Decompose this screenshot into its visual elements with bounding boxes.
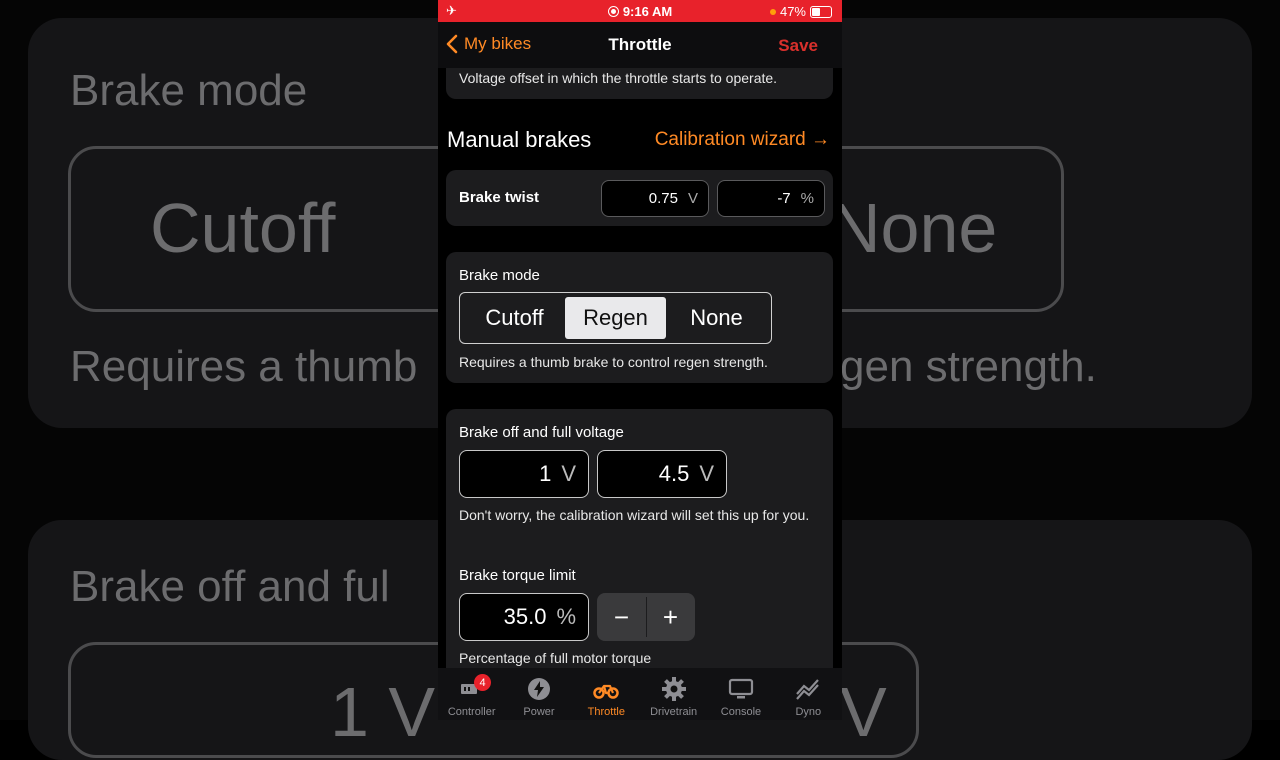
brake-off-voltage-value: 1: [539, 461, 552, 486]
segment-cutoff[interactable]: Cutoff: [464, 297, 565, 339]
battery-percent: 47%: [779, 4, 806, 19]
brake-twist-pct-field[interactable]: -7 %: [717, 180, 825, 217]
tab-controller[interactable]: 4 Controller: [438, 668, 505, 720]
tab-console[interactable]: Console: [707, 668, 774, 720]
bg-cutoff-text: Cutoff: [150, 189, 336, 267]
decrement-button[interactable]: −: [597, 593, 646, 641]
calibration-wizard-link[interactable]: Calibration wizard →: [655, 129, 830, 151]
stepper-divider: [646, 597, 647, 637]
lightning-icon: [527, 678, 550, 700]
brake-torque-value: 35.0: [503, 604, 547, 629]
tab-drivetrain-label: Drivetrain: [650, 706, 698, 718]
tab-power[interactable]: Power: [505, 668, 572, 720]
save-button[interactable]: Save: [778, 36, 818, 56]
brake-off-voltage-unit: V: [561, 461, 576, 486]
segment-none[interactable]: None: [666, 297, 767, 339]
tab-dyno[interactable]: Dyno: [775, 668, 842, 720]
screen-record-icon: [607, 6, 619, 17]
increment-button[interactable]: +: [646, 593, 695, 641]
brake-torque-field[interactable]: 35.0 %: [459, 593, 589, 641]
phone-screen: ✈ 9:16 AM 47% My bikes Throttle Save Vol…: [438, 0, 842, 720]
brake-voltage-note: Don't worry, the calibration wizard will…: [459, 507, 810, 523]
brake-twist-pct-value: -7: [777, 190, 791, 207]
brake-full-voltage-unit: V: [699, 461, 714, 486]
brake-mode-segmented-control: Cutoff Regen None: [459, 292, 772, 344]
brake-twist-volt-value: 0.75: [648, 190, 678, 207]
tab-bar: 4 Controller Power Throttle Drivetrain C…: [438, 668, 842, 720]
manual-brakes-title: Manual brakes: [447, 127, 592, 152]
status-bar: ✈ 9:16 AM 47%: [438, 0, 842, 22]
brake-torque-note: Percentage of full motor torque: [459, 650, 652, 666]
tab-controller-label: Controller: [447, 706, 496, 718]
motorcycle-icon: [593, 684, 620, 699]
tab-dyno-label: Dyno: [795, 706, 822, 718]
bg-strength-text: gen strength.: [840, 342, 1097, 391]
nav-bar: My bikes Throttle Save: [438, 22, 842, 68]
brake-mode-label: Brake mode: [459, 267, 540, 284]
tab-power-label: Power: [523, 706, 555, 718]
bg-none-text: None: [830, 189, 998, 267]
bg-v2-text: V: [840, 673, 887, 751]
brake-twist-card: Brake twist 0.75 V -7 %: [446, 170, 833, 226]
brake-twist-pct-unit: %: [800, 190, 814, 207]
gear-icon: [661, 677, 686, 701]
brake-voltage-label: Brake off and full voltage: [459, 424, 624, 441]
tab-drivetrain[interactable]: Drivetrain: [640, 668, 707, 720]
bg-requires-text: Requires a thumb: [70, 342, 418, 391]
offset-note: Voltage offset in which the throttle sta…: [459, 70, 778, 86]
brake-twist-volt-unit: V: [687, 190, 698, 207]
bg-brake-off-text: Brake off and ful: [70, 562, 390, 611]
tab-console-label: Console: [720, 706, 762, 718]
tab-throttle-label: Throttle: [587, 706, 625, 718]
monitor-icon: [728, 678, 754, 699]
brake-mode-card: Brake mode Cutoff Regen None Requires a …: [446, 252, 833, 383]
status-right: 47%: [769, 4, 832, 19]
brake-off-voltage-field[interactable]: 1 V: [459, 450, 589, 498]
privacy-dot-icon: [769, 8, 776, 15]
brake-full-voltage-field[interactable]: 4.5 V: [597, 450, 727, 498]
battery-icon: [810, 5, 832, 18]
segment-regen[interactable]: Regen: [565, 297, 666, 339]
brake-torque-unit: %: [556, 604, 576, 629]
brake-torque-label: Brake torque limit: [459, 567, 576, 584]
brake-twist-label: Brake twist: [459, 189, 540, 206]
brake-voltage-card: Brake off and full voltage 1 V 4.5 V Don…: [446, 409, 833, 668]
bg-v1-text: 1 V: [330, 673, 436, 751]
controller-badge: 4: [474, 674, 491, 691]
bg-brake-mode-text: Brake mode: [70, 66, 308, 115]
brake-mode-note: Requires a thumb brake to control regen …: [459, 354, 768, 370]
offset-card: Voltage offset in which the throttle sta…: [446, 68, 833, 99]
time-text: 9:16 AM: [622, 4, 673, 19]
tab-throttle[interactable]: Throttle: [573, 668, 640, 720]
brake-full-voltage-value: 4.5: [658, 461, 690, 486]
brake-twist-volt-field[interactable]: 0.75 V: [601, 180, 709, 217]
brake-torque-stepper: − +: [597, 593, 695, 641]
scroll-content[interactable]: Voltage offset in which the throttle sta…: [438, 68, 842, 668]
graph-icon: [796, 679, 820, 700]
